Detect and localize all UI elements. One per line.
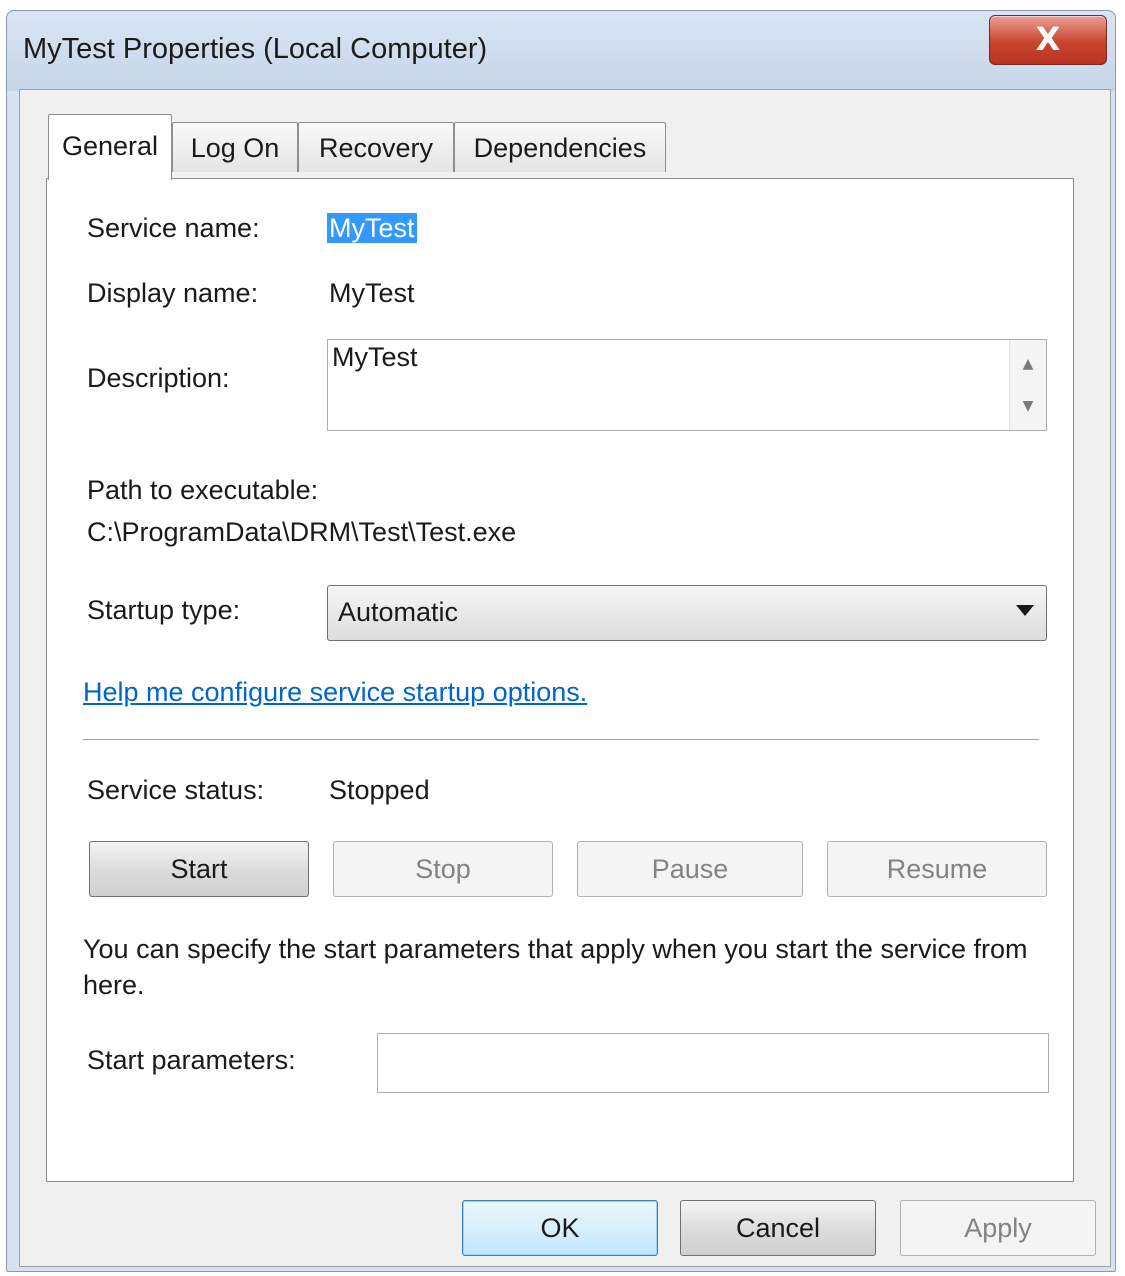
tab-general[interactable]: General [48, 114, 172, 180]
service-name-label: Service name: [87, 213, 260, 243]
start-button[interactable]: Start [89, 841, 309, 897]
title-bar[interactable]: MyTest Properties (Local Computer) X [7, 11, 1115, 91]
startup-type-label: Startup type: [87, 595, 241, 625]
display-name-value[interactable]: MyTest [329, 278, 415, 309]
close-icon: X [1035, 20, 1061, 58]
description-field[interactable]: MyTest ▲ ▼ [327, 339, 1047, 431]
startup-type-select[interactable]: Automatic [327, 585, 1047, 641]
section-divider [83, 739, 1039, 741]
service-status-label: Service status: [87, 775, 265, 805]
resume-button[interactable]: Resume [827, 841, 1047, 897]
dialog-body: General Log On Recovery Dependencies Ser… [19, 89, 1111, 1267]
start-parameters-label: Start parameters: [87, 1045, 296, 1075]
start-parameters-help-text: You can specify the start parameters tha… [83, 934, 1028, 1000]
description-scrollbar[interactable]: ▲ ▼ [1009, 340, 1046, 430]
start-parameters-input[interactable] [377, 1033, 1049, 1093]
properties-window: MyTest Properties (Local Computer) X Gen… [6, 10, 1116, 1272]
cancel-button[interactable]: Cancel [680, 1200, 876, 1256]
general-tab-panel: Service name: MyTest Display name: MyTes… [46, 178, 1074, 1182]
tab-log-on[interactable]: Log On [172, 122, 298, 172]
description-text: MyTest [332, 342, 418, 372]
display-name-label: Display name: [87, 278, 259, 308]
apply-button[interactable]: Apply [900, 1200, 1096, 1256]
tab-dependencies[interactable]: Dependencies [454, 122, 666, 172]
service-name-selected-text[interactable]: MyTest [327, 213, 417, 243]
window-title: MyTest Properties (Local Computer) [23, 33, 488, 65]
service-status-value: Stopped [329, 775, 430, 805]
tab-recovery[interactable]: Recovery [298, 122, 454, 172]
description-label: Description: [87, 363, 230, 393]
ok-button[interactable]: OK [462, 1200, 658, 1256]
scroll-up-arrow-icon[interactable]: ▲ [1010, 344, 1046, 384]
path-value[interactable]: C:\ProgramData\DRM\Test\Test.exe [87, 517, 516, 548]
service-name-value[interactable]: MyTest [327, 213, 417, 244]
close-button[interactable]: X [989, 15, 1107, 65]
stop-button[interactable]: Stop [333, 841, 553, 897]
scroll-down-arrow-icon[interactable]: ▼ [1010, 386, 1046, 426]
help-configure-link[interactable]: Help me configure service startup option… [83, 677, 587, 708]
chevron-down-icon [1016, 605, 1034, 616]
pause-button[interactable]: Pause [577, 841, 803, 897]
startup-type-value: Automatic [338, 597, 459, 627]
path-label: Path to executable: [87, 475, 319, 505]
